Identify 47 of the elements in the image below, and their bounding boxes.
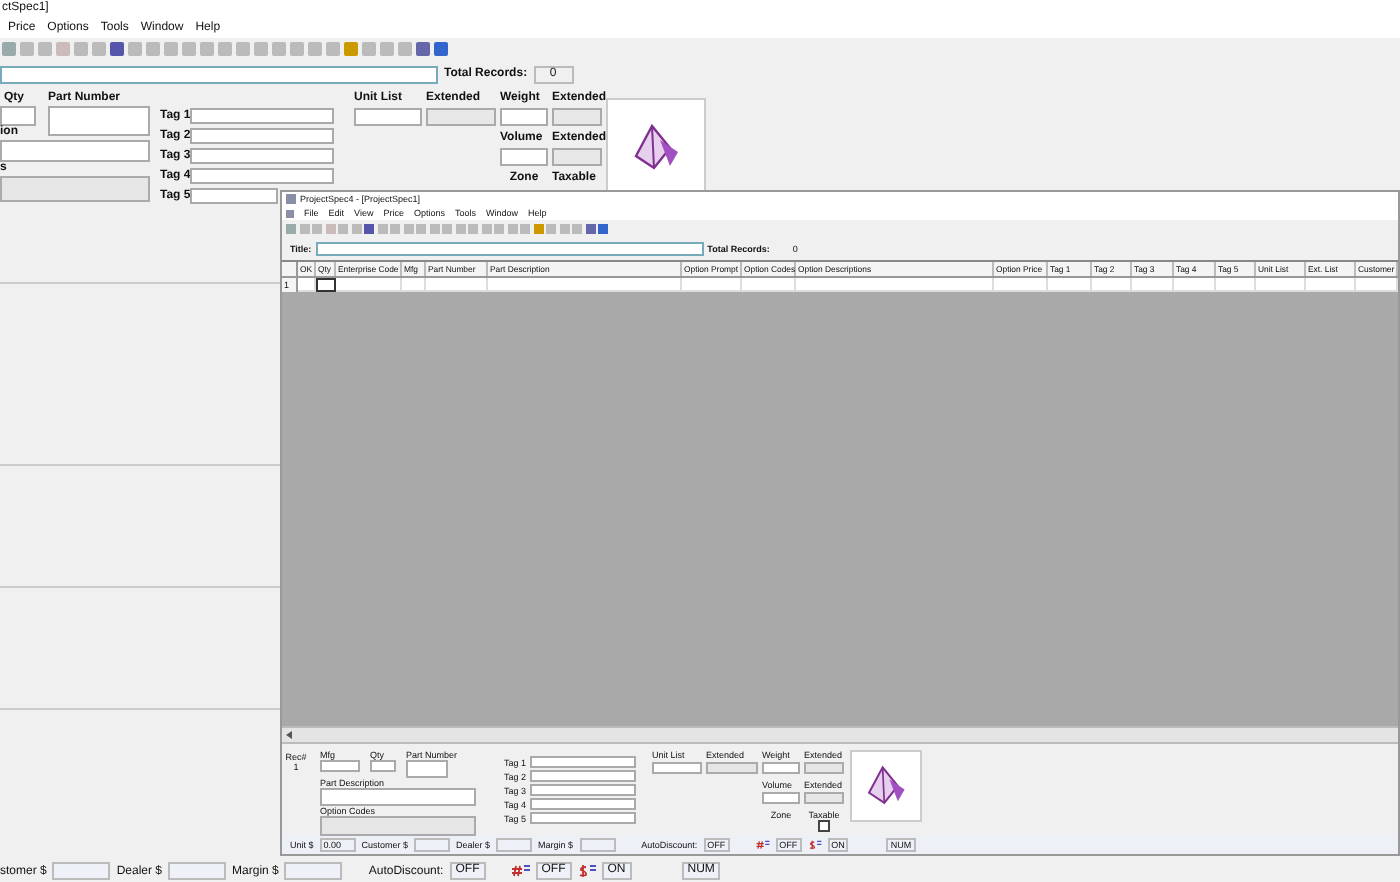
qty-field[interactable] — [0, 106, 36, 126]
tag-field[interactable] — [530, 784, 636, 796]
document-icon[interactable] — [286, 209, 294, 217]
unit-list-field[interactable] — [354, 108, 422, 126]
title-field[interactable] — [315, 242, 704, 256]
app-icon — [286, 194, 296, 204]
table-cell[interactable] — [316, 278, 336, 292]
volume-field[interactable] — [762, 792, 800, 804]
part-number-field[interactable] — [406, 760, 448, 778]
extended-field — [426, 108, 496, 126]
extended-field — [804, 762, 844, 774]
volume-field[interactable] — [500, 148, 548, 166]
hash-icon — [511, 864, 530, 878]
part-number-field[interactable] — [48, 106, 150, 136]
mfg-field[interactable] — [320, 760, 360, 772]
title-field[interactable] — [0, 66, 438, 84]
customer-field — [414, 838, 451, 852]
part-description-field[interactable] — [320, 788, 476, 806]
extended-field — [706, 762, 758, 774]
extended-field — [552, 108, 602, 126]
tag-field[interactable] — [190, 148, 334, 164]
tag-field[interactable] — [530, 770, 636, 782]
dollar-icon — [807, 840, 822, 850]
qty-field[interactable] — [370, 760, 396, 772]
weight-field[interactable] — [500, 108, 548, 126]
hash-icon — [755, 840, 770, 850]
tag-field[interactable] — [190, 128, 334, 144]
tag-field[interactable] — [530, 812, 636, 824]
margin-field — [579, 838, 616, 852]
taxable-checkbox[interactable] — [818, 820, 830, 832]
pyramid-icon — [864, 764, 908, 808]
extended-field — [552, 148, 602, 166]
tag-field[interactable] — [190, 168, 334, 184]
horizontal-scrollbar[interactable] — [282, 726, 1398, 742]
extended-field — [804, 792, 844, 804]
weight-field[interactable] — [762, 762, 800, 774]
option-codes-field[interactable] — [320, 816, 476, 836]
unit-list-field[interactable] — [652, 762, 702, 774]
description-field[interactable] — [0, 140, 150, 162]
tag-field[interactable] — [530, 798, 636, 810]
tag-field[interactable] — [190, 188, 278, 204]
tag-field[interactable] — [530, 756, 636, 768]
left-arrow-icon[interactable] — [284, 730, 294, 740]
pyramid-icon — [630, 121, 682, 173]
dealer-field — [496, 838, 533, 852]
dollar-icon — [577, 864, 596, 878]
tag-field[interactable] — [190, 108, 334, 124]
